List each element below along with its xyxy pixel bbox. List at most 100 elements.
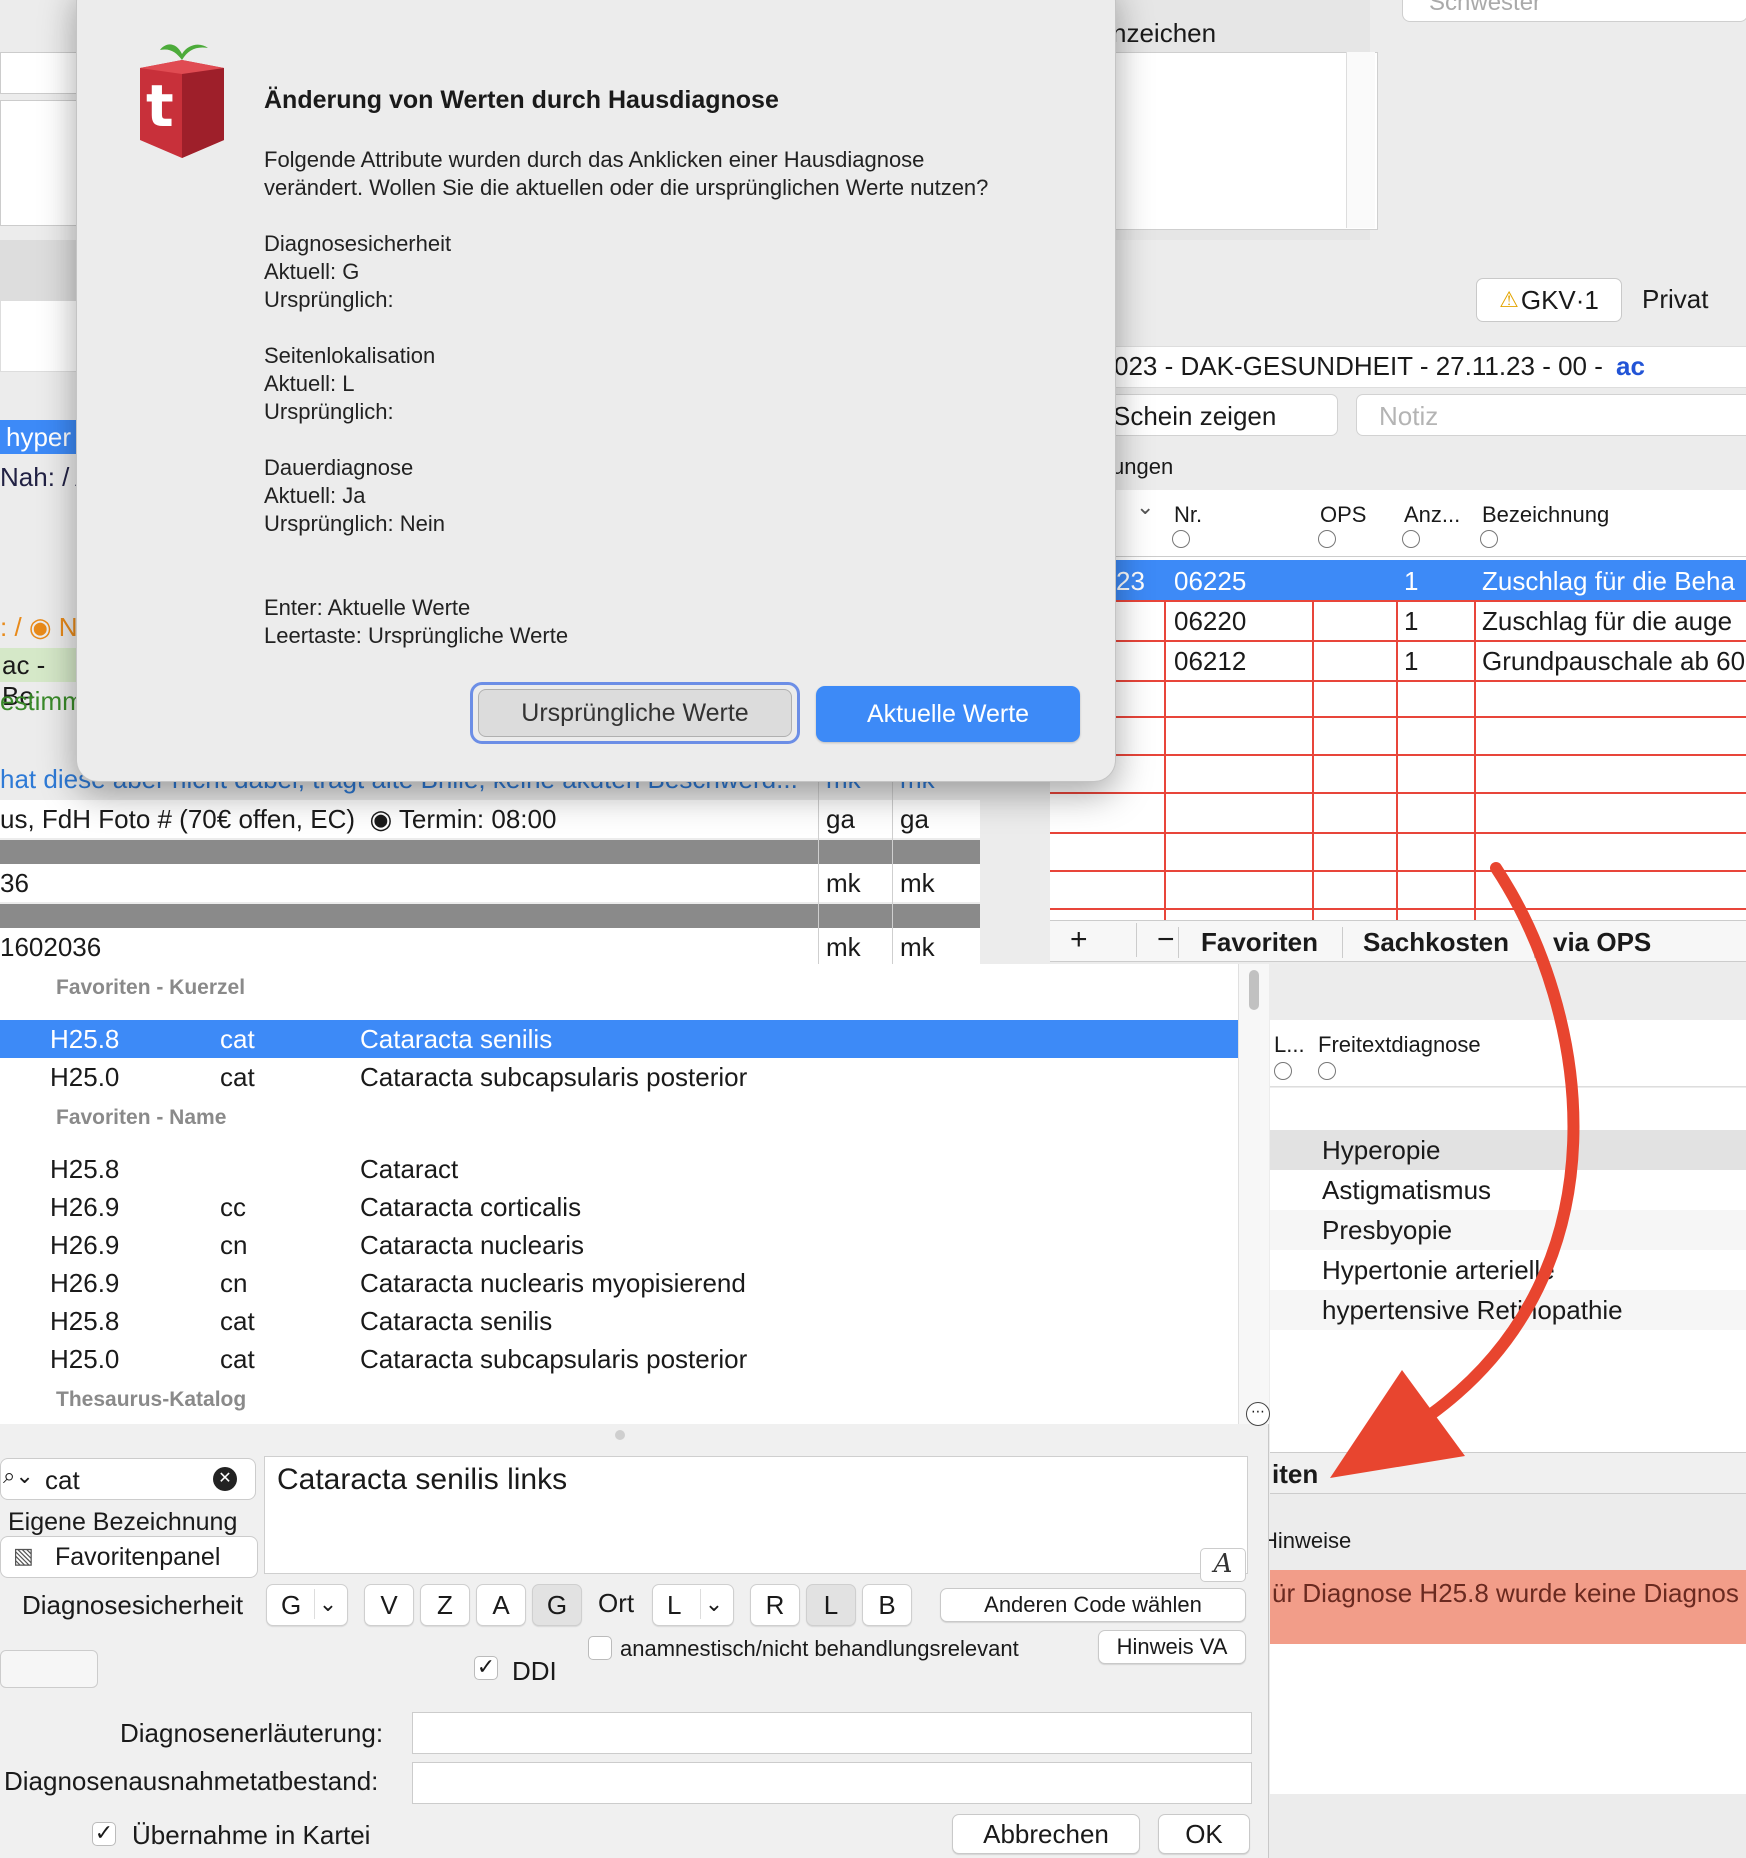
journal-row[interactable]: us, FdH Foto # (70€ offen, EC) ◉ Termin:… <box>0 800 980 838</box>
scrollbar-thumb[interactable] <box>1249 970 1259 1010</box>
left-small-field[interactable] <box>0 1650 98 1688</box>
hinweis-va-button[interactable]: Hinweis VA <box>1098 1630 1246 1664</box>
list-item[interactable]: H26.9 cn Cataracta nuclearis myopisieren… <box>0 1264 1238 1302</box>
fav-name: Cataracta senilis <box>360 1306 553 1336</box>
seg-b[interactable]: B <box>862 1584 912 1626</box>
header-bezeichnung[interactable]: Bezeichnung <box>1482 502 1609 528</box>
favoritenpanel-icon: ▧ <box>13 1543 34 1568</box>
journal-init: mk <box>826 868 861 898</box>
filter-radio-l[interactable] <box>1274 1062 1292 1080</box>
filter-radio-anz[interactable] <box>1402 530 1420 548</box>
filter-radio-ops[interactable] <box>1318 530 1336 548</box>
chevron-down-icon: ⌄ <box>700 1589 727 1619</box>
header-ops[interactable]: OPS <box>1320 502 1366 528</box>
remove-button[interactable]: − <box>1136 923 1175 957</box>
anamnestisch-label: anamnestisch/nicht behandlungsrelevant <box>620 1636 1019 1661</box>
list-item[interactable]: H26.9 cc Cataracta corticalis <box>0 1188 1238 1226</box>
search-field[interactable]: ⌕⌄ cat ✕ <box>0 1458 256 1500</box>
fav-short: cc <box>220 1192 246 1222</box>
sicherheit-select[interactable]: G ⌄ <box>266 1584 348 1626</box>
ddi-checkbox[interactable]: ✓ <box>474 1656 498 1680</box>
insurance-line-user[interactable]: ac <box>1616 351 1645 382</box>
header-nr[interactable]: Nr. <box>1174 502 1202 528</box>
left-textarea[interactable] <box>0 100 82 226</box>
dialog-hints: Enter: Aktuelle Werte Leertaste: Ursprün… <box>264 595 569 648</box>
grid-line <box>1050 600 1746 640</box>
list-item[interactable]: H25.8 cat Cataracta senilis <box>0 1020 1238 1058</box>
list-item[interactable]: H25.0 cat Cataracta subcapsularis poster… <box>0 1058 1238 1096</box>
filter-radio-nr[interactable] <box>1172 530 1190 548</box>
logo-graphic <box>140 44 224 158</box>
list-item[interactable]: H26.9 cn Cataracta nuclearis <box>0 1226 1238 1264</box>
anzeichen-textarea[interactable] <box>1108 52 1378 230</box>
filter-radio-bez[interactable] <box>1480 530 1498 548</box>
seg-z[interactable]: Z <box>420 1584 470 1626</box>
add-button[interactable]: + <box>1070 923 1088 957</box>
ddi-label: DDI <box>512 1656 557 1686</box>
abbrechen-button[interactable]: Abbrechen <box>952 1814 1140 1854</box>
original-values-inner: Ursprüngliche Werte <box>478 689 792 737</box>
option-eigene-bezeichnung[interactable]: Eigene Bezeichnung <box>8 1508 237 1537</box>
font-icon[interactable]: A <box>1200 1548 1246 1582</box>
tab-gkv[interactable]: ⚠ GKV·1 <box>1476 278 1622 322</box>
anderer-code-button[interactable]: Anderen Code wählen <box>940 1588 1246 1622</box>
favoriten-button[interactable]: Favoriten <box>1178 927 1318 958</box>
journal-col-line <box>892 764 893 968</box>
schwester-placeholder: Schwester <box>1429 0 1542 16</box>
erlaeuterung-input[interactable] <box>412 1712 1252 1754</box>
row-date: 23 <box>1116 566 1145 596</box>
journal-row[interactable]: 36 mk mk <box>0 864 980 902</box>
clear-search-icon[interactable]: ✕ <box>213 1467 237 1491</box>
left-field[interactable] <box>0 52 82 94</box>
fav-name: Cataract <box>360 1154 459 1184</box>
seg-a[interactable]: A <box>476 1584 526 1626</box>
seg-v[interactable]: V <box>364 1584 414 1626</box>
ort-value: L <box>667 1589 682 1620</box>
anamnestisch-checkbox[interactable] <box>588 1636 612 1660</box>
splitter-handle[interactable] <box>615 1430 625 1440</box>
seg-r[interactable]: R <box>750 1584 800 1626</box>
original-values-button[interactable]: Ursprüngliche Werte <box>470 682 800 744</box>
left-orange: : / ◉ N <box>0 612 78 642</box>
tab-privat[interactable]: Privat <box>1642 284 1708 315</box>
favorites-scrollbar[interactable] <box>1238 964 1269 1424</box>
schwester-field[interactable]: Schwester <box>1402 0 1746 22</box>
list-item[interactable]: H25.8 Cataract <box>0 1150 1238 1188</box>
left-hyper-chip[interactable]: hyper <box>0 420 78 454</box>
journal-init: ga <box>826 804 855 834</box>
search-icon[interactable]: ⌕⌄ <box>3 1463 34 1489</box>
uebernahme-checkbox[interactable]: ✓ <box>92 1822 116 1846</box>
row-nr: 06225 <box>1174 566 1247 596</box>
header-anz[interactable]: Anz... <box>1404 502 1460 528</box>
seg-g[interactable]: G <box>532 1584 582 1626</box>
tab-gkv-label: GKV·1 <box>1520 284 1599 315</box>
sort-chevron-icon[interactable]: ⌄ <box>1136 494 1154 520</box>
left-box <box>0 300 82 372</box>
uebernahme-label: Übernahme in Kartei <box>132 1820 371 1850</box>
current-values-button[interactable]: Aktuelle Werte <box>816 686 1080 742</box>
list-item[interactable]: H25.8 cat Cataracta senilis <box>0 1302 1238 1340</box>
fav-name: Cataracta subcapsularis posterior <box>360 1344 748 1374</box>
diagnosis-text-area[interactable]: Cataracta senilis links <box>264 1456 1248 1574</box>
fav-name: Cataracta senilis <box>360 1024 553 1054</box>
hinweise-label: Hinweise <box>1262 1528 1352 1554</box>
ausnahme-input[interactable] <box>412 1762 1252 1804</box>
fav-short: cn <box>220 1268 248 1298</box>
journal-row[interactable]: 1602036 mk mk <box>0 928 980 966</box>
search-input[interactable]: cat <box>45 1465 80 1496</box>
chevron-down-icon: ⌄ <box>314 1589 341 1619</box>
notiz-field[interactable]: Notiz <box>1356 394 1746 436</box>
ort-select[interactable]: L ⌄ <box>652 1584 734 1626</box>
more-options-icon[interactable]: ⋯ <box>1246 1402 1270 1426</box>
ausnahme-label: Diagnosenausnahmetatbestand: <box>4 1766 379 1796</box>
grid-line <box>1050 792 1746 832</box>
option-favoritenpanel[interactable]: ▧ Favoritenpanel <box>0 1536 258 1578</box>
anzeichen-scrollbar[interactable] <box>1346 52 1375 228</box>
table-row[interactable]: 23 06225 1 Zuschlag für die Beha <box>1050 560 1746 600</box>
seg-l[interactable]: L <box>806 1584 856 1626</box>
list-item[interactable]: H25.0 cat Cataracta subcapsularis poster… <box>0 1340 1238 1378</box>
dialog-attr-sicherheit: Diagnosesicherheit Aktuell: G Ursprüngli… <box>264 231 452 312</box>
fav-code: H25.0 <box>50 1344 120 1374</box>
ok-button[interactable]: OK <box>1158 1814 1250 1854</box>
fav-code: H26.9 <box>50 1268 120 1298</box>
